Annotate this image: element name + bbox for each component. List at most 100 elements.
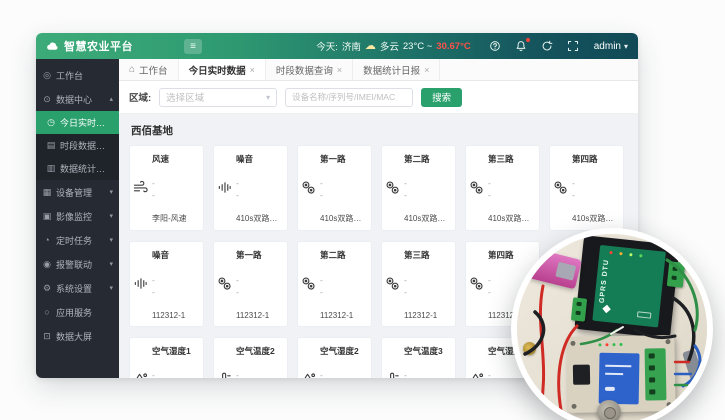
filter-bar: 区域: 选择区域 ▾ 搜索 — [119, 81, 638, 114]
search-button[interactable]: 搜索 — [421, 88, 462, 107]
sensor-time: - — [236, 191, 282, 200]
sensor-card-air-humidity-2[interactable]: 空气湿度2 -- 数据点多-10 — [297, 337, 372, 378]
sensor-card-noise[interactable]: 噪音 -- 410s双路测试-1 — [213, 145, 288, 231]
sensor-card-channel-3[interactable]: 第三路 -- 112312-1 — [381, 241, 456, 327]
device-search-input[interactable] — [285, 88, 413, 107]
clock-icon: ◷ — [46, 117, 56, 128]
noise-icon — [133, 276, 148, 291]
temperature-icon — [385, 372, 400, 378]
device-grid-icon: ▦ — [42, 187, 52, 198]
home-icon: ⌂ — [129, 64, 135, 75]
notification-badge — [526, 38, 530, 42]
sensor-value: - — [152, 179, 198, 188]
sidebar-item-workbench[interactable]: ◎ 工作台 — [36, 63, 119, 87]
sidebar-item-data-big-screen[interactable]: ⊡ 数据大屏 — [36, 324, 119, 348]
tab-today-realtime-data[interactable]: 今日实时数据 × — [179, 59, 266, 80]
sensor-time: - — [404, 288, 450, 297]
sidebar-item-alarm-linkage[interactable]: ◉ 报警联动 ▾ — [36, 252, 119, 276]
wind-icon — [133, 180, 148, 195]
sensor-card-channel-4[interactable]: 第四路 -- 410s双路测试-1 — [549, 145, 624, 231]
notification-bell-icon[interactable] — [515, 40, 528, 53]
alarm-icon: ◉ — [42, 259, 52, 270]
sidebar-item-period-data-query[interactable]: ▤ 时段数据查询 — [36, 134, 119, 157]
tab-daily-statistics-report[interactable]: 数据统计日报 × — [353, 59, 440, 80]
sidebar-item-device-management[interactable]: ▦ 设备管理 ▾ — [36, 180, 119, 204]
close-icon[interactable]: × — [250, 65, 255, 75]
weather-condition: 多云 — [380, 39, 399, 53]
tab-bar: ⌂ 工作台 今日实时数据 × 时段数据查询 × 数据统计日报 × — [119, 59, 638, 81]
hardware-photo: GPRS DTU — [517, 234, 707, 420]
relay-icon — [217, 276, 232, 291]
chevron-down-icon: ▾ — [109, 260, 113, 268]
weather-temp-range: 23°C ~ — [403, 41, 432, 52]
chevron-down-icon: ▾ — [266, 93, 270, 102]
region-select-placeholder: 选择区域 — [166, 90, 204, 104]
relay-icon — [301, 276, 316, 291]
sensor-time: - — [320, 191, 366, 200]
sidebar-submenu-data-center: ◷ 今日实时数据 ▤ 时段数据查询 ▥ 数据统计日报 — [36, 111, 119, 180]
weather-cloud-icon: ☁ — [365, 41, 376, 52]
sensor-value: - — [320, 371, 366, 379]
sensor-value: - — [404, 179, 450, 188]
user-menu[interactable]: admin ▾ — [594, 41, 628, 52]
sidebar-item-today-realtime-data[interactable]: ◷ 今日实时数据 — [36, 111, 119, 134]
camera-icon: ▣ — [42, 211, 52, 222]
close-icon[interactable]: × — [337, 65, 342, 75]
sensor-card-air-humidity-1[interactable]: 空气湿度1 -- 数据点多-10 — [129, 337, 204, 378]
header-icon-group — [489, 40, 580, 53]
region-label: 区域: — [129, 90, 151, 104]
sensor-card-channel-1[interactable]: 第一路 -- 112312-1 — [213, 241, 288, 327]
close-icon[interactable]: × — [424, 65, 429, 75]
tab-workbench[interactable]: ⌂ 工作台 — [119, 59, 179, 80]
hardware-photo-overlay: GPRS DTU — [511, 228, 713, 420]
sensor-card-channel-1[interactable]: 第一路 -- 410s双路测试-1 — [297, 145, 372, 231]
fullscreen-icon[interactable] — [567, 40, 580, 53]
chevron-up-icon: ▴ — [109, 95, 113, 103]
sensor-card-channel-2[interactable]: 第二路 -- 410s双路测试-1 — [381, 145, 456, 231]
sidebar-item-app-services[interactable]: ○ 应用服务 — [36, 300, 119, 324]
app-logo: 智慧农业平台 — [46, 38, 184, 54]
sidebar-item-video-monitoring[interactable]: ▣ 影像监控 ▾ — [36, 204, 119, 228]
sensor-value: - — [152, 371, 198, 379]
sensor-time: - — [572, 191, 618, 200]
sidebar: ◎ 工作台 ⊙ 数据中心 ▴ ◷ 今日实时数据 ▤ 时段数据查询 — [36, 59, 119, 378]
chevron-down-icon: ▾ — [109, 284, 113, 292]
service-icon: ○ — [42, 307, 52, 317]
sensor-card-noise[interactable]: 噪音 -- 112312-1 — [129, 241, 204, 327]
sensor-card-wind-speed[interactable]: 风速 -- 李阳-风速 — [129, 145, 204, 231]
sidebar-item-daily-statistics-report[interactable]: ▥ 数据统计日报 — [36, 157, 119, 180]
refresh-icon[interactable] — [541, 40, 554, 53]
sidebar-collapse-button[interactable]: ≡ — [184, 39, 202, 54]
sensor-value: - — [236, 371, 282, 379]
device-name: 112312-1 — [320, 311, 366, 320]
sidebar-item-data-center[interactable]: ⊙ 数据中心 ▴ — [36, 87, 119, 111]
weather-city: 济南 — [342, 39, 361, 53]
sensor-value: - — [236, 276, 282, 285]
weather-today-label: 今天: — [316, 39, 338, 53]
sensor-card-channel-3[interactable]: 第三路 -- 410s双路测试-1 — [465, 145, 540, 231]
device-name: 410s双路测试-1 — [236, 213, 282, 224]
sensor-card-air-temperature-3[interactable]: 空气温度3 -- 数据点多-10 — [381, 337, 456, 378]
sidebar-item-scheduled-tasks[interactable]: ◔ 定时任务 ▾ — [36, 228, 119, 252]
app-header: 智慧农业平台 ≡ 今天: 济南 ☁ 多云 23°C ~ 30.67°C admi… — [36, 33, 638, 59]
device-name: 410s双路测试-1 — [404, 213, 450, 224]
sensor-value: - — [320, 276, 366, 285]
relay-icon — [469, 276, 484, 291]
temperature-icon — [217, 372, 232, 378]
sensor-value: - — [404, 371, 450, 379]
chevron-down-icon: ▾ — [109, 212, 113, 220]
humidity-icon — [133, 372, 148, 378]
report-icon: ▥ — [46, 163, 56, 174]
relay-icon — [385, 180, 400, 195]
big-screen-icon: ⊡ — [42, 331, 52, 342]
region-select[interactable]: 选择区域 ▾ — [159, 88, 277, 107]
humidity-icon — [469, 372, 484, 378]
sensor-value: - — [152, 276, 198, 285]
gear-icon: ⚙ — [42, 283, 52, 294]
sidebar-item-system-settings[interactable]: ⚙ 系统设置 ▾ — [36, 276, 119, 300]
tab-period-data-query[interactable]: 时段数据查询 × — [266, 59, 353, 80]
sensor-card-channel-2[interactable]: 第二路 -- 112312-1 — [297, 241, 372, 327]
sensor-value: - — [236, 179, 282, 188]
help-icon[interactable] — [489, 40, 502, 53]
sensor-card-air-temperature-2[interactable]: 空气温度2 -- 数据点多-10 — [213, 337, 288, 378]
